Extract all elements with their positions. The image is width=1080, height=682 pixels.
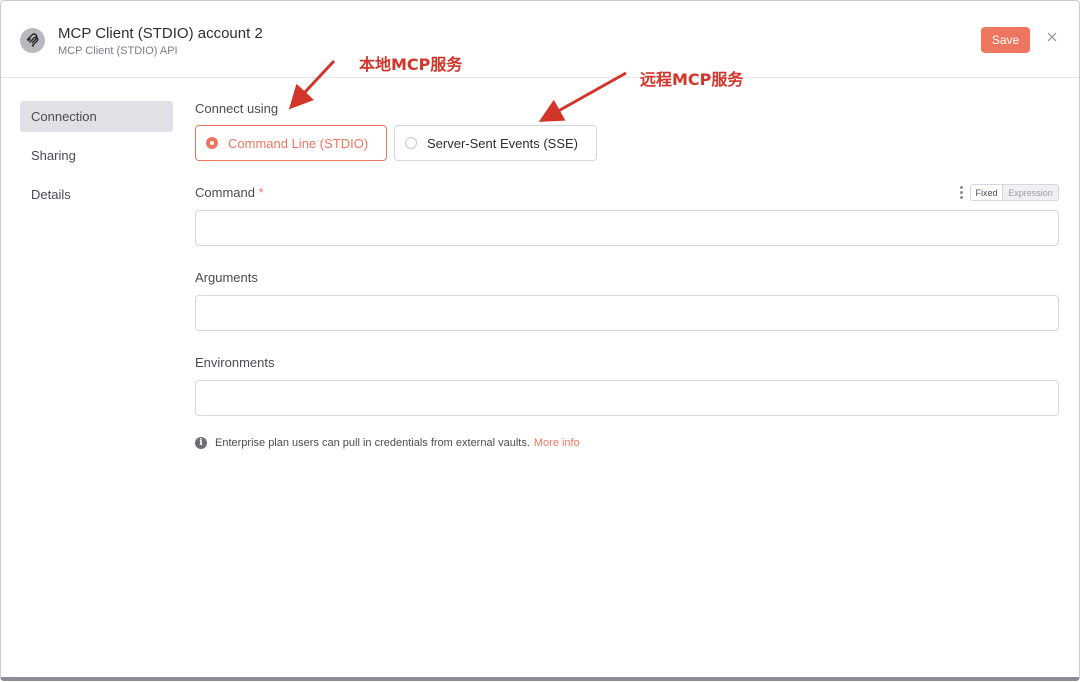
info-text: Enterprise plan users can pull in creden…	[215, 437, 530, 449]
save-button[interactable]: Save	[981, 27, 1030, 53]
sidebar-item-label: Sharing	[31, 148, 76, 163]
info-icon: i	[195, 437, 207, 449]
command-label-text: Command	[195, 185, 255, 200]
mcp-logo-icon	[20, 28, 45, 53]
environments-label: Environments	[195, 355, 275, 370]
sidebar-item-details[interactable]: Details	[20, 179, 173, 210]
command-label: Command *	[195, 185, 264, 200]
radio-label: Server-Sent Events (SSE)	[427, 135, 578, 151]
fixed-expression-toggle[interactable]: Fixed Expression	[970, 184, 1059, 201]
radio-server-sent-events[interactable]: Server-Sent Events (SSE)	[394, 125, 597, 161]
sidebar-item-connection[interactable]: Connection	[20, 101, 173, 132]
modal-subtitle: MCP Client (STDIO) API	[58, 45, 178, 57]
more-info-link[interactable]: More info	[534, 437, 580, 449]
annotation-local-mcp: 本地MCP服务	[359, 55, 463, 74]
command-input[interactable]	[195, 210, 1059, 246]
connect-using-label: Connect using	[195, 101, 279, 116]
modal-header: MCP Client (STDIO) account 2 MCP Client …	[1, 1, 1079, 78]
arguments-label: Arguments	[195, 270, 258, 285]
sidebar-item-sharing[interactable]: Sharing	[20, 140, 173, 171]
toggle-fixed[interactable]: Fixed	[971, 185, 1003, 200]
sidebar-item-label: Details	[31, 187, 71, 202]
arguments-input[interactable]	[195, 295, 1059, 331]
annotation-remote-mcp: 远程MCP服务	[640, 70, 744, 89]
enterprise-info: i Enterprise plan users can pull in cred…	[195, 437, 580, 449]
required-marker: *	[258, 185, 264, 200]
toggle-expression[interactable]: Expression	[1003, 185, 1058, 200]
radio-selected-icon	[206, 137, 218, 149]
arrow-remote-icon	[538, 71, 627, 122]
radio-label: Command Line (STDIO)	[228, 135, 369, 151]
close-icon	[1047, 32, 1057, 42]
credential-modal: MCP Client (STDIO) account 2 MCP Client …	[0, 0, 1080, 681]
sidebar-item-label: Connection	[31, 109, 97, 124]
radio-command-line-stdio[interactable]: Command Line (STDIO)	[195, 125, 387, 161]
field-options-icon[interactable]	[957, 186, 965, 199]
modal-title: MCP Client (STDIO) account 2	[58, 25, 263, 42]
close-button[interactable]	[1044, 29, 1060, 45]
environments-input[interactable]	[195, 380, 1059, 416]
radio-unselected-icon	[405, 137, 417, 149]
